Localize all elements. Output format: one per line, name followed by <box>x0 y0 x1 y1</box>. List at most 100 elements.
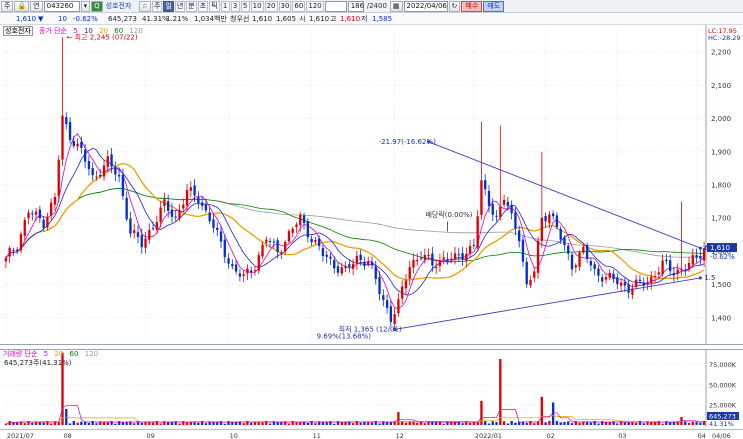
volume-bar <box>140 422 143 425</box>
mode-button[interactable]: 연 <box>30 0 43 12</box>
legend-ma10: 10 <box>83 27 93 35</box>
interval-10[interactable]: 10 <box>250 0 264 12</box>
volume-bar <box>487 423 491 425</box>
candle-body <box>461 253 464 260</box>
candle-body <box>544 216 547 222</box>
volume-bar <box>499 359 502 425</box>
y-tick-label: 1,400 <box>711 314 731 322</box>
volume-bar <box>167 422 170 425</box>
candle-body <box>80 141 83 148</box>
refresh-icon[interactable]: ↻ <box>448 0 461 12</box>
volume-legend: 거래량 단순 5 20 60 120 <box>3 350 102 359</box>
candle-body <box>125 197 128 220</box>
candle-body <box>136 232 140 237</box>
candle-body <box>317 238 321 247</box>
period-minute[interactable]: 분 <box>186 0 197 12</box>
vol-tick-label: 50,000K <box>709 381 737 389</box>
y-tick-label: 2,200 <box>711 49 731 57</box>
volume-bar <box>555 421 559 425</box>
volume-chart[interactable]: 75,000K50,000K25,000K645,27341.31% <box>0 349 743 427</box>
price-chart-panel[interactable]: 2,2002,1002,0001,9001,8001,7001,6001,500… <box>0 25 743 345</box>
menu-button[interactable]: 주 <box>1 0 14 12</box>
volume-chart-panel[interactable]: 75,000K 50,000K 25,000K 645,273 41.31% 거래량 단… <box>0 349 743 427</box>
volume-bar <box>510 421 513 425</box>
interval-5[interactable]: 5 <box>240 0 250 12</box>
candle-body <box>506 201 510 207</box>
candle-body <box>83 149 87 162</box>
volume-bar <box>276 422 279 425</box>
buy-button[interactable]: 매수 <box>461 0 483 12</box>
lock-button[interactable]: 🔒 <box>14 0 30 12</box>
volume-bar <box>340 422 343 425</box>
volume-bar <box>231 422 234 425</box>
sector-badge[interactable]: Q <box>91 0 103 12</box>
volume-current: 645,273주(41.31%) <box>4 359 72 367</box>
candle-body <box>401 286 404 299</box>
candle-body <box>314 240 317 243</box>
candle-body <box>389 306 393 323</box>
calendar-icon[interactable]: ▦ <box>389 0 403 12</box>
candle-body <box>178 210 181 219</box>
candle-body <box>340 267 343 274</box>
interval-1[interactable]: 1 <box>220 0 230 12</box>
candle-body <box>653 276 657 278</box>
candle-body <box>438 260 442 266</box>
candle-body <box>250 270 253 273</box>
candle-body <box>635 279 638 287</box>
candle-body <box>495 215 498 217</box>
stock-code-input[interactable]: 043260 <box>43 0 80 12</box>
candle-body <box>151 228 155 230</box>
x-tick-label: 11 <box>313 432 321 439</box>
candle-body <box>385 300 389 308</box>
period-year[interactable]: 년 <box>174 0 186 12</box>
candle-body <box>536 240 540 273</box>
star-icon[interactable]: ☆ <box>138 0 151 12</box>
candle-body <box>529 279 532 286</box>
search-icon[interactable]: ▾ <box>80 0 91 12</box>
sell-button[interactable]: 매도 <box>483 0 505 12</box>
interval-120[interactable]: 120 <box>306 0 324 12</box>
period-day[interactable]: 일 <box>163 0 174 12</box>
period-second[interactable]: 초 <box>197 0 209 12</box>
interval-20[interactable]: 20 <box>264 0 278 12</box>
price-chart[interactable]: 2,2002,1002,0001,9001,8001,7001,6001,500… <box>0 25 743 345</box>
volume-bar <box>80 421 83 425</box>
volume-bar <box>668 422 672 425</box>
trendline-handle <box>698 276 702 280</box>
candle-body <box>593 264 596 269</box>
custom-interval-input[interactable] <box>324 0 347 12</box>
candle-body <box>408 267 411 279</box>
volume-bar <box>661 423 664 425</box>
turnover-pct: 41.31% <box>142 15 169 23</box>
volume-bar <box>106 422 109 425</box>
interval-30[interactable]: 30 <box>278 0 292 12</box>
candle-body <box>499 206 502 218</box>
candle-body <box>638 279 642 282</box>
stock-name: 성호전자 <box>105 1 132 10</box>
vol-ma5-line <box>5 405 705 425</box>
hc-readout: HC:-28.29 <box>708 34 741 42</box>
volume-bar <box>114 423 117 425</box>
candle-body <box>253 270 257 272</box>
volume-bar <box>608 422 611 425</box>
period-week[interactable]: 주 <box>151 0 163 12</box>
candle-body <box>684 270 687 272</box>
candle-body <box>661 260 664 275</box>
candle-body <box>246 268 249 274</box>
period-tick[interactable]: 틱 <box>209 0 220 12</box>
candle-body <box>280 252 283 254</box>
candle-body <box>585 245 589 259</box>
bar-count-input[interactable]: 186 <box>347 0 364 12</box>
volume-bar <box>314 423 317 425</box>
candle-body <box>650 276 653 283</box>
volume-bar <box>540 396 543 425</box>
candle-body <box>540 217 543 241</box>
interval-3[interactable]: 3 <box>230 0 240 12</box>
volume-bar <box>635 422 638 425</box>
candle-body <box>521 239 525 262</box>
interval-60[interactable]: 60 <box>292 0 306 12</box>
volume-bar <box>333 423 336 425</box>
candle-body <box>91 168 94 176</box>
date-input[interactable]: 2022/04/06 <box>403 0 448 12</box>
annotation-top-line: -21.97(-16.62%) <box>379 138 437 146</box>
